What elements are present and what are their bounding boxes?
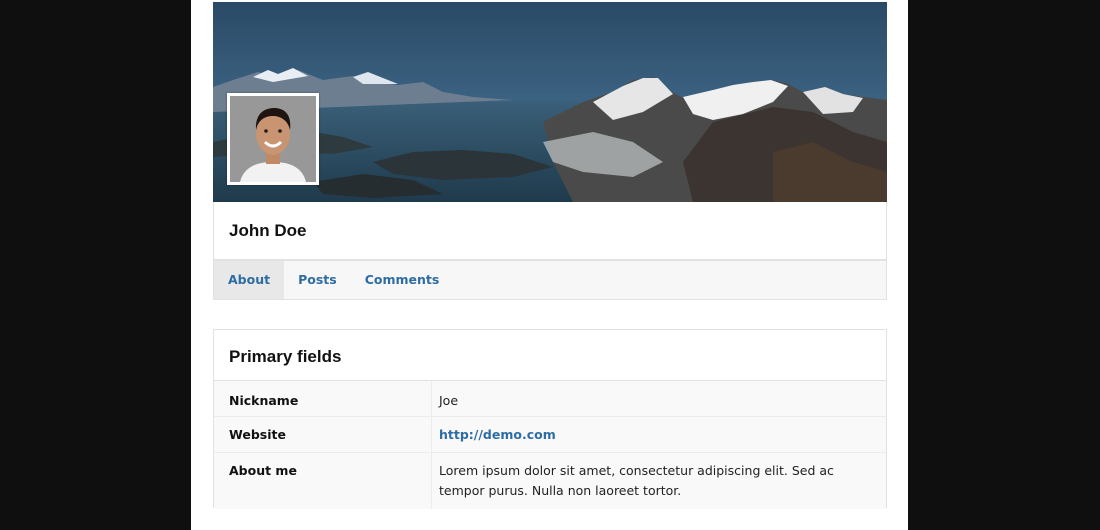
field-label: About me (214, 453, 432, 509)
primary-fields-title: Primary fields (229, 347, 342, 366)
field-value-website: http://demo.com (432, 417, 886, 452)
fields-table: Nickname Joe Website http://demo.com Abo… (214, 380, 886, 509)
website-link[interactable]: http://demo.com (439, 427, 556, 442)
tab-comments[interactable]: Comments (351, 261, 454, 299)
profile-page: John Doe About Posts Comments Primary fi… (191, 0, 908, 530)
field-label: Website (214, 417, 432, 452)
table-row: Nickname Joe (214, 381, 886, 417)
profile-header: John Doe (213, 202, 887, 260)
avatar[interactable] (227, 93, 319, 185)
tab-posts[interactable]: Posts (284, 261, 351, 299)
field-value-nickname: Joe (439, 393, 459, 408)
table-row: Website http://demo.com (214, 417, 886, 453)
profile-name: John Doe (229, 221, 307, 240)
table-row: About me Lorem ipsum dolor sit amet, con… (214, 453, 886, 509)
profile-tabs: About Posts Comments (213, 260, 887, 300)
field-label: Nickname (214, 381, 432, 416)
field-value-about-me: Lorem ipsum dolor sit amet, consectetur … (439, 463, 834, 498)
primary-fields-panel: Primary fields Nickname Joe Website http… (213, 329, 887, 509)
tab-about[interactable]: About (214, 261, 285, 299)
